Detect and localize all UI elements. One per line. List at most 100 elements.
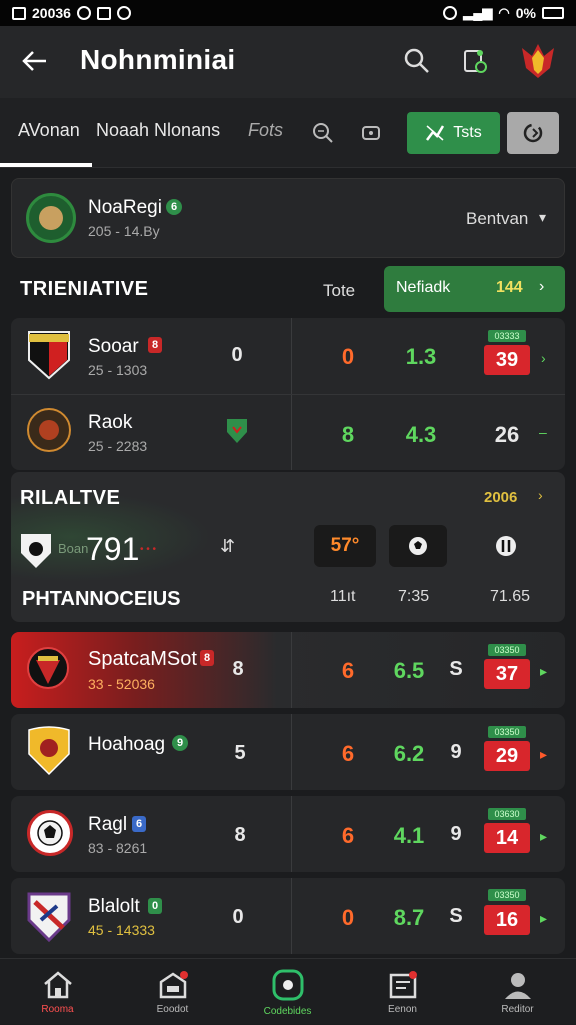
team-meta: 33 - 52036 [88,676,155,692]
competition-name: NoaRegi [88,197,162,218]
nav-item-home[interactable]: Rooma [0,959,115,1025]
tab-noaah-nlonans[interactable]: Noaah Nlonans [96,120,220,141]
row-col3: 1.3 [405,344,437,369]
signal-icon: ▂▄▆ [463,5,493,20]
highlight-chip[interactable]: Nefiadk 144 › [384,266,565,312]
team-meta: 45 - 14333 [88,922,155,938]
section2-stat1: 11ıt [330,588,356,605]
score-badge: 39 [484,345,530,375]
row-col1: 5 [234,742,246,764]
row-col4: 9 [450,741,462,763]
team-badge: 8 [148,337,162,353]
row-col4: 9 [450,823,462,845]
chevron-right-icon[interactable]: › [538,487,543,503]
home-icon [43,970,72,998]
team-badge: 9 [172,735,188,751]
team-badge: 0 [148,898,162,914]
share-icon[interactable] [458,44,492,78]
competition-selector[interactable]: NoaRegi 6 205 - 14.By Bentvan ▾ [11,178,565,258]
tab-action-label: Tsts [453,124,482,141]
refresh-button[interactable] [507,112,559,154]
search-icon[interactable] [400,44,434,78]
section2-stat3: 71.65 [490,588,531,605]
battery-icon [542,7,564,19]
nav-label: Eoodot [156,1003,189,1015]
red-dots: • • • [140,544,157,555]
tab-avonan[interactable]: AVonan [18,120,80,141]
section-col-label: Tote [323,281,356,300]
team-meta: 83 - 8261 [88,840,148,856]
nav-item-store[interactable]: Eoodot [115,959,230,1025]
row-col2: 6 [341,741,355,766]
calendar-icon [389,970,417,998]
table-row[interactable]: Raok 25 - 2283 8 4.3 26 – [11,394,565,470]
nav-item-calendar[interactable]: Eenon [345,959,460,1025]
row-tag: 03350 [488,726,526,738]
target-icon [272,969,303,1000]
store-icon [159,970,188,998]
app-notification-icon [96,6,111,20]
section2-subtitle: PHTANNOCEIUS [22,588,181,610]
chevron-right-icon: › [539,278,545,295]
trend-arrow-icon: ▸ [540,663,548,679]
row-tag: 03350 [488,644,526,656]
row-col2: 6 [341,823,355,848]
ball-icon [409,537,427,555]
row-col1: 8 [232,658,244,680]
match-row[interactable]: SpatcaMSot 8 33 - 52036 8 [11,632,565,708]
season-selector-label[interactable]: Bentvan [466,209,528,229]
row-tag: 03350 [488,889,526,901]
section2-prefix: Boan [58,541,89,556]
back-arrow-icon[interactable] [18,44,52,78]
trend-dash-icon: – [539,424,547,440]
page-title: Nohnminiai [80,44,236,75]
match-row[interactable]: Hoahoag 9 5 [11,714,565,790]
trend-arrow-icon: ▸ [540,828,548,844]
competition-badge: 6 [166,199,182,215]
row-col4: S [449,905,463,927]
table-row[interactable]: Sooar 8 25 - 1303 0 0 1.3 03333 39 › [11,318,565,394]
chat-icon [116,6,131,20]
nav-item-target[interactable]: Codebides [230,959,345,1025]
score-badge: 29 [484,741,530,771]
row-col2: 0 [341,344,355,369]
form-shield-icon [227,419,247,443]
score-value: 26 [494,422,520,447]
person-icon [504,972,531,999]
row-col1: 0 [232,906,244,928]
competition-meta: 205 - 14.By [88,223,160,239]
row-col3: 6.2 [393,741,425,766]
row-col4: S [449,658,463,680]
team-meta: 25 - 1303 [88,362,148,378]
trend-arrow-icon: › [541,350,546,366]
settings-icon[interactable] [358,120,384,146]
team-name: Raok [88,412,133,433]
team-shield-icon [21,534,51,568]
team-crest-icon [27,647,69,689]
tab-action-button[interactable]: Tsts [407,112,500,154]
club-logo-icon[interactable] [518,40,558,82]
status-time: 20036 [32,5,71,21]
row-col1: 8 [234,824,246,846]
pitch-icon[interactable] [494,534,518,563]
battery-percent: 0% [515,5,536,21]
team-crest-icon [28,331,70,380]
section2-tag: 2006 [484,489,518,506]
tab-fots[interactable]: Fots [248,120,283,141]
match-row[interactable]: Blalolt 0 45 - 14333 0 [11,878,565,954]
nav-label: Eenon [388,1003,417,1015]
nav-item-profile[interactable]: Reditor [460,959,575,1025]
team-crest-icon [27,408,71,452]
temp-chip[interactable]: 57° [314,525,376,567]
team-crest-icon [28,726,70,776]
chart-icon [426,125,445,141]
bottom-nav: Rooma Eoodot Codebides Eenon Reditor [0,958,576,1024]
section2-big-value: 791 [86,531,140,567]
row-col2: 0 [341,905,355,930]
team-name: Sooar [88,336,139,357]
filter-search-icon[interactable] [310,120,336,146]
team-badge: 8 [200,650,214,666]
chevron-down-icon[interactable]: ▾ [539,209,546,226]
match-row[interactable]: Ragl 6 83 - 8261 8 [11,796,565,872]
ball-chip[interactable] [389,525,447,567]
